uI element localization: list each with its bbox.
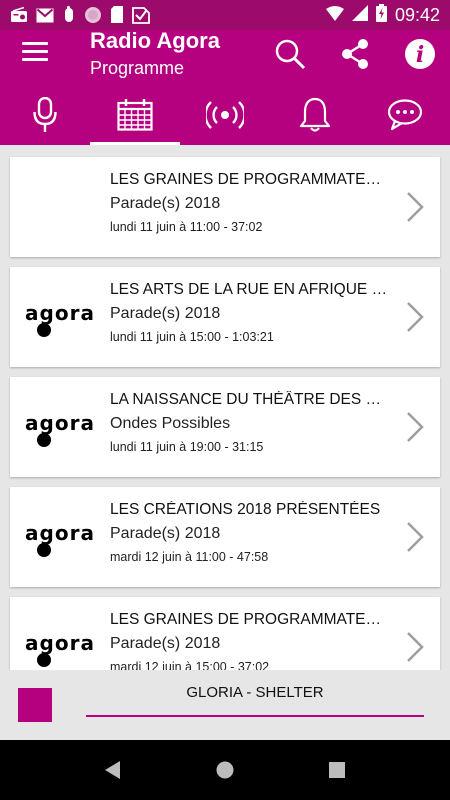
- agora-logo: agora: [25, 301, 95, 337]
- microphone-icon: [33, 96, 57, 138]
- programme-show: Parade(s) 2018: [110, 635, 221, 652]
- programme-show: Parade(s) 2018: [110, 525, 221, 542]
- tab-microphone[interactable]: [0, 90, 90, 145]
- chevron-right-icon: [407, 522, 424, 552]
- broadcast-icon: [204, 101, 246, 134]
- programme-date: lundi 11 juin à 15:00 - 1:03:21: [110, 330, 274, 344]
- tab-bar: [0, 90, 450, 145]
- svg-text:agora: agora: [25, 301, 95, 325]
- programme-show: Parade(s) 2018: [110, 305, 221, 322]
- svg-text:agora: agora: [25, 411, 95, 435]
- programme-title: LES GRAINES DE PROGRAMMATEURS: [110, 611, 390, 628]
- wifi-icon: [325, 5, 344, 26]
- now-playing-track: GLORIA - SHELTER: [186, 684, 324, 701]
- home-button[interactable]: [213, 758, 237, 782]
- chevron-right-icon: [407, 192, 424, 222]
- hand-icon: [62, 6, 76, 24]
- programme-date: lundi 11 juin à 11:00 - 37:02: [110, 220, 263, 234]
- player-progress-bar: [86, 715, 424, 717]
- status-time: 09:42: [394, 4, 440, 25]
- tab-messages[interactable]: [360, 90, 450, 145]
- circle-icon: [84, 6, 102, 24]
- svg-text:agora: agora: [25, 521, 95, 545]
- programme-date: lundi 11 juin à 19:00 - 31:15: [110, 440, 264, 454]
- agora-logo: agora: [25, 521, 95, 557]
- svg-text:agora: agora: [25, 631, 95, 655]
- programme-card[interactable]: agora LES ARTS DE LA RUE EN AFRIQUE DU S…: [10, 267, 440, 367]
- system-nav-bar: [0, 740, 450, 800]
- sd-card-icon: [110, 6, 124, 24]
- app-subtitle: Programme: [90, 58, 185, 78]
- share-icon[interactable]: [337, 36, 373, 72]
- chevron-right-icon: [407, 302, 424, 332]
- programme-card[interactable]: agora LES GRAINES DE PROGRAMMATEURS Para…: [10, 597, 440, 670]
- programme-title: LES GRAINES DE PROGRAMMATEURS: [110, 171, 390, 188]
- bell-icon: [299, 97, 331, 138]
- programme-title: LES ARTS DE LA RUE EN AFRIQUE DU SUD: [110, 281, 390, 298]
- tab-live[interactable]: [180, 90, 270, 145]
- svg-text:i: i: [416, 42, 424, 68]
- battery-icon: [375, 3, 387, 27]
- chat-icon: [387, 99, 423, 136]
- agora-logo: agora: [25, 631, 95, 667]
- chevron-right-icon: [407, 412, 424, 442]
- app-bar: Radio Agora Programme i: [0, 28, 450, 90]
- menu-icon[interactable]: [22, 42, 48, 62]
- programme-show: Ondes Possibles: [110, 415, 231, 432]
- calendar-icon: [117, 99, 153, 136]
- programme-show: Parade(s) 2018: [110, 195, 221, 212]
- gmail-icon: [36, 8, 54, 23]
- programme-title: LA NAISSANCE DU THÉÂTRE DES MERVEILLES: [110, 391, 390, 408]
- app-title: Radio Agora: [90, 28, 220, 53]
- programme-card[interactable]: LES GRAINES DE PROGRAMMATEURS Parade(s) …: [10, 157, 440, 257]
- stop-button[interactable]: [18, 688, 52, 722]
- chevron-right-icon: [407, 632, 424, 662]
- radio-icon: [10, 7, 28, 23]
- signal-icon: [351, 4, 368, 26]
- programme-card[interactable]: agora LES CRÉATIONS 2018 PRÉSENTÉES Para…: [10, 487, 440, 587]
- check-icon: [132, 6, 150, 24]
- tab-programme[interactable]: [90, 90, 180, 145]
- agora-logo: agora: [25, 411, 95, 447]
- status-bar: 09:42: [0, 0, 450, 30]
- search-icon[interactable]: [272, 36, 308, 72]
- programme-list[interactable]: LES GRAINES DE PROGRAMMATEURS Parade(s) …: [0, 145, 450, 670]
- programme-title: LES CRÉATIONS 2018 PRÉSENTÉES: [110, 501, 381, 518]
- mini-player[interactable]: GLORIA - SHELTER: [0, 670, 450, 740]
- programme-date: mardi 12 juin à 15:00 - 37:02: [110, 660, 270, 670]
- tab-notifications[interactable]: [270, 90, 360, 145]
- back-button[interactable]: [101, 758, 125, 782]
- info-icon[interactable]: i: [402, 36, 438, 72]
- programme-card[interactable]: agora LA NAISSANCE DU THÉÂTRE DES MERVEI…: [10, 377, 440, 477]
- recents-button[interactable]: [325, 758, 349, 782]
- programme-date: mardi 12 juin à 11:00 - 47:58: [110, 550, 269, 564]
